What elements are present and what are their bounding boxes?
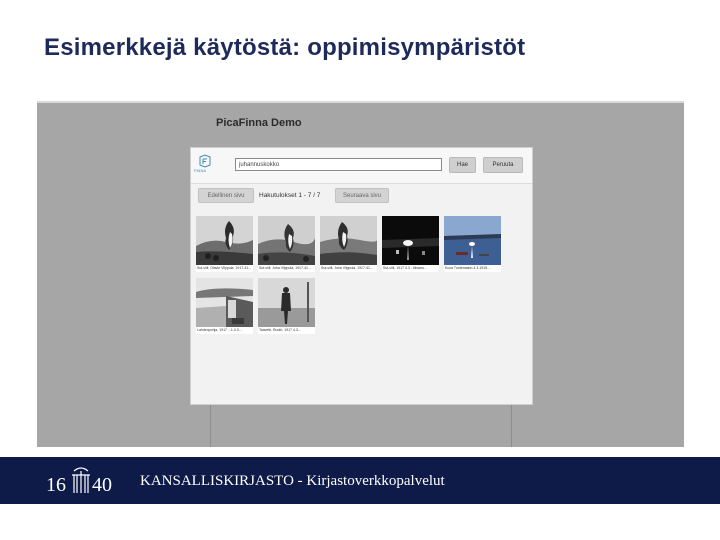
cancel-button[interactable]: Peruuta [483,157,523,173]
thumbnail-caption: Taavetti, Ruuth, 1917 4.3... [258,327,315,334]
footer-text: KANSALLISKIRJASTO - Kirjastoverkkopalvel… [140,473,445,489]
app-header: FINNA juhannuskokko Hae Peruuta [191,148,532,184]
results-count: Hakutulokset 1 - 7 / 7 [259,192,321,199]
thumbnail-caption: Kuva Tuntematon 4.3.1915... [444,265,501,272]
kansalliskirjasto-logo-icon: 16 40 [46,467,112,496]
footer-bar: 16 40 KANSALLISKIRJASTO - Kirjastoverkko… [0,457,720,504]
thumbnail-caption: Sut-viili, Olavin Vilppula, 1917-41... [196,265,253,272]
logo-year-right: 40 [92,474,112,496]
thumbnail-2[interactable]: Sut-viili, Juha Vilppula, 1917-41... [258,216,315,272]
person-photo-icon [258,278,315,327]
thumbnail-3[interactable]: Sut-viili, Juha Vilppula, 1917-41... [320,216,377,272]
thumbnail-1[interactable]: Sut-viili, Olavin Vilppula, 1917-41... [196,216,253,272]
thumbnail-5[interactable]: Kuva Tuntematon 4.3.1915... [444,216,501,272]
thumbnail-6[interactable]: Lahdenpohja, 1917 ...1.4.3... [196,278,253,334]
picafinna-app: FINNA juhannuskokko Hae Peruuta Edelline… [190,147,533,405]
thumbnail-caption: Sut-viili, Juha Vilppula, 1917-41... [258,265,315,272]
thumbnail-caption: Lahdenpohja, 1917 ...1.4.3... [196,327,253,334]
bonfire-photo-icon [320,216,377,265]
search-button[interactable]: Hae [449,157,476,173]
page-edge-lines [210,403,512,447]
thumbnail-4[interactable]: Sut-viili, 1917 4.3 - Nivanu... [382,216,439,272]
logo-year-left: 16 [46,474,66,496]
thumbnail-7[interactable]: Taavetti, Ruuth, 1917 4.3... [258,278,315,334]
night-fire-photo-icon [382,216,439,265]
search-input[interactable]: juhannuskokko [235,158,442,171]
lake-photo-icon [444,216,501,265]
thumbnail-caption: Sut-viili, 1917 4.3 - Nivanu... [382,265,439,272]
thumbnail-caption: Sut-viili, Juha Vilppula, 1917-41... [320,265,377,272]
next-page-button[interactable]: Seuraava sivu [335,188,389,203]
finna-logo-text: FINNA [194,168,206,173]
bonfire-photo-icon [258,216,315,265]
previous-page-button[interactable]: Edellinen sivu [198,188,254,203]
demo-title: PicaFinna Demo [216,117,302,129]
bonfire-photo-icon [196,216,253,265]
slide-title: Esimerkkejä käytöstä: oppimisympäristöt [44,34,526,61]
shore-photo-icon [196,278,253,327]
